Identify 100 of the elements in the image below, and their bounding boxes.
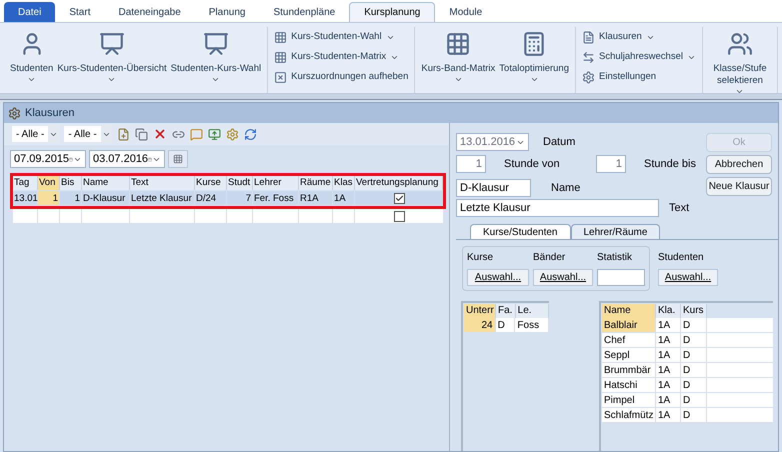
filter-dropdown[interactable]: - Alle - bbox=[64, 126, 112, 142]
dialog-button[interactable]: Abbrechen bbox=[706, 155, 772, 174]
date-field[interactable]: 03.07.2016 bbox=[89, 150, 165, 168]
ribbon-tab[interactable]: Module bbox=[435, 2, 496, 22]
spin-field[interactable]: 1 bbox=[456, 155, 486, 173]
presentation-board-icon bbox=[98, 31, 125, 57]
gear-icon[interactable] bbox=[226, 128, 239, 140]
check-icon bbox=[394, 194, 404, 202]
presentation-board-icon bbox=[202, 31, 229, 57]
column-header[interactable]: Name bbox=[602, 304, 656, 318]
group-label: Statistik bbox=[597, 251, 634, 265]
people-icon bbox=[726, 31, 753, 57]
select-button[interactable]: Auswahl... bbox=[533, 269, 593, 286]
checkbox[interactable] bbox=[394, 210, 404, 222]
column-header[interactable]: Name bbox=[82, 176, 130, 190]
column-header[interactable]: Unterr bbox=[464, 304, 496, 318]
ribbon-button[interactable]: Kurs-Studenten-Matrix bbox=[272, 47, 410, 67]
caret-icon bbox=[107, 75, 116, 84]
field-label: Datum bbox=[543, 134, 576, 150]
caret-icon bbox=[454, 75, 463, 84]
column-header[interactable]: Vertretungsplanung bbox=[355, 176, 443, 190]
new-document-icon[interactable] bbox=[116, 128, 130, 140]
dialog-button[interactable]: Neue Klausur bbox=[706, 177, 772, 196]
statistics-field bbox=[597, 269, 645, 286]
ribbon-button[interactable]: Totaloptimierung bbox=[497, 27, 572, 91]
file-tab[interactable]: Datei bbox=[4, 2, 56, 22]
table-cell: Schlafmütz bbox=[602, 408, 656, 422]
table-cell: D bbox=[496, 318, 516, 332]
table-cell: 1A bbox=[333, 191, 355, 205]
column-header[interactable]: Kurse bbox=[195, 176, 227, 190]
app-icon bbox=[8, 106, 21, 120]
grid-icon bbox=[445, 31, 472, 57]
table-cell: 1A bbox=[656, 318, 681, 332]
ribbon-button[interactable]: Studenten bbox=[8, 27, 56, 91]
ribbon-button[interactable]: Studenten-Kurs-Wahl bbox=[168, 27, 264, 91]
calendar-button[interactable] bbox=[168, 150, 188, 168]
table-cell: D bbox=[681, 393, 707, 407]
table-cell: D bbox=[681, 318, 707, 332]
filter-dropdown[interactable]: - Alle - bbox=[12, 126, 60, 142]
ribbon-button[interactable]: Kurs-Band-Matrix bbox=[419, 27, 498, 91]
table-cell: Brummbär bbox=[602, 363, 656, 377]
table-cell: D-Klausur bbox=[82, 191, 130, 205]
table-cell: 1 bbox=[60, 191, 82, 205]
column-header[interactable]: Tag bbox=[13, 176, 38, 190]
table-row[interactable]: 13.01 1 1 D-Klausur Letzte Klausur D/24 7 Fer. Foss R1A 1A bbox=[13, 191, 443, 206]
table-cell: D bbox=[681, 348, 707, 362]
table-cell: 1A bbox=[656, 408, 681, 422]
column-header[interactable]: Kurs bbox=[681, 304, 707, 318]
column-header[interactable]: Räume bbox=[299, 176, 333, 190]
input-field[interactable]: D-Klausur bbox=[456, 179, 531, 197]
field-label: Stunde von bbox=[504, 156, 561, 172]
document-icon bbox=[582, 30, 596, 44]
select-button[interactable]: Auswahl... bbox=[658, 269, 718, 286]
ribbon-button[interactable]: Klasse/Stufe selektieren bbox=[706, 27, 773, 91]
column-header[interactable]: Fa. bbox=[496, 304, 516, 318]
panel-tab[interactable]: Lehrer/Räume bbox=[570, 224, 660, 239]
window-title: Klausuren bbox=[25, 106, 75, 121]
ribbon-button[interactable]: Schuljahreswechsel bbox=[580, 47, 698, 67]
monitor-icon[interactable] bbox=[208, 128, 221, 140]
date-field[interactable]: 13.01.2016 bbox=[456, 133, 529, 151]
table-cell: 1A bbox=[656, 333, 681, 347]
field-label: Text bbox=[669, 200, 690, 216]
ribbon-tab[interactable]: Start bbox=[55, 2, 104, 22]
gear-icon bbox=[582, 70, 596, 84]
table-cell: 1 bbox=[38, 191, 60, 205]
select-button[interactable]: Auswahl... bbox=[467, 269, 529, 286]
grid-icon bbox=[274, 30, 288, 44]
ribbon-tab[interactable]: Planung bbox=[194, 2, 260, 22]
group-label: Studenten bbox=[658, 251, 705, 265]
table-cell: Foss bbox=[515, 318, 549, 332]
column-header[interactable]: Le. bbox=[516, 304, 549, 318]
delete-icon[interactable] bbox=[152, 127, 167, 141]
column-header[interactable]: Bis bbox=[60, 176, 82, 190]
table-cell: Chef bbox=[602, 333, 656, 347]
column-header[interactable]: Lehrer bbox=[253, 176, 299, 190]
ribbon-tab[interactable]: Kursplanung bbox=[349, 2, 436, 22]
spin-field[interactable]: 1 bbox=[596, 155, 626, 173]
column-header[interactable]: Kla. bbox=[656, 304, 681, 318]
ribbon-tab[interactable]: Dateneingabe bbox=[104, 2, 195, 22]
panel-tab[interactable]: Kurse/Studenten bbox=[470, 224, 570, 239]
ribbon-button[interactable]: Kurs-Studenten-Wahl bbox=[272, 27, 410, 47]
copy-icon[interactable] bbox=[134, 128, 148, 140]
comment-icon[interactable] bbox=[190, 128, 203, 140]
column-header[interactable]: Von bbox=[38, 176, 60, 190]
caret-icon bbox=[735, 87, 744, 96]
group-label: Kurse bbox=[467, 251, 494, 265]
column-header[interactable]: Studt bbox=[227, 176, 253, 190]
input-field[interactable]: Letzte Klausur bbox=[456, 199, 659, 217]
column-header[interactable]: Text bbox=[130, 176, 195, 190]
ribbon-button[interactable]: Kurszuordnungen aufheben bbox=[272, 67, 410, 87]
checkbox[interactable] bbox=[394, 192, 404, 204]
date-field[interactable]: 07.09.2015 bbox=[10, 150, 86, 168]
ribbon-button[interactable]: Klausuren bbox=[580, 27, 698, 47]
column-header[interactable]: Klas bbox=[333, 176, 355, 190]
table-cell: D bbox=[681, 333, 707, 347]
ribbon-button[interactable]: Kurs-Studenten-Übersicht bbox=[55, 27, 169, 91]
ribbon-tab[interactable]: Stundenpläne bbox=[259, 2, 350, 22]
table-cell: 1A bbox=[656, 348, 681, 362]
refresh-icon[interactable] bbox=[244, 128, 257, 140]
ribbon-button[interactable]: Einstellungen bbox=[580, 67, 698, 87]
